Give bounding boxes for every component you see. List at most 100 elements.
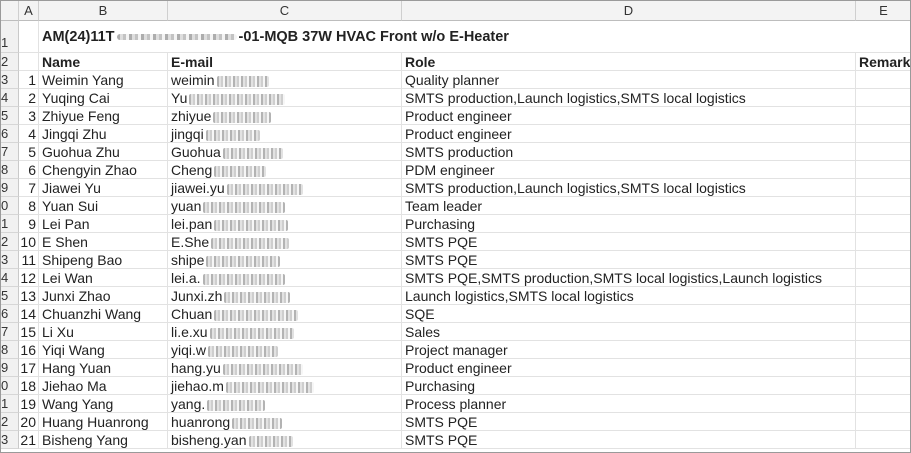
name-cell[interactable]: Zhiyue Feng <box>39 107 168 125</box>
row-header[interactable]: 2 <box>1 53 19 71</box>
row-header[interactable]: 0 <box>1 377 19 395</box>
role-cell[interactable]: Product engineer <box>402 107 856 125</box>
role-cell[interactable]: Quality planner <box>402 71 856 89</box>
row-number-cell[interactable]: 7 <box>19 179 39 197</box>
cell-a1[interactable] <box>19 21 39 53</box>
name-cell[interactable]: Wang Yang <box>39 395 168 413</box>
sheet-title[interactable]: AM(24)11T -01-MQB 37W HVAC Front w/o E-He… <box>39 21 856 53</box>
email-cell[interactable]: yang. <box>168 395 402 413</box>
row-header[interactable]: 2 <box>1 413 19 431</box>
email-cell[interactable]: weimin <box>168 71 402 89</box>
remark-cell[interactable] <box>856 431 910 449</box>
row-number-cell[interactable]: 14 <box>19 305 39 323</box>
remark-cell[interactable] <box>856 161 910 179</box>
remark-cell[interactable] <box>856 143 910 161</box>
remark-cell[interactable] <box>856 125 910 143</box>
row-header[interactable]: 5 <box>1 107 19 125</box>
remark-cell[interactable] <box>856 89 910 107</box>
email-cell[interactable]: yiqi.w <box>168 341 402 359</box>
role-cell[interactable]: SMTS PQE <box>402 413 856 431</box>
email-cell[interactable]: jiawei.yu <box>168 179 402 197</box>
remark-cell[interactable] <box>856 215 910 233</box>
remark-cell[interactable] <box>856 251 910 269</box>
email-cell[interactable]: hang.yu <box>168 359 402 377</box>
row-header[interactable]: 5 <box>1 287 19 305</box>
email-cell[interactable]: li.e.xu <box>168 323 402 341</box>
name-cell[interactable]: Weimin Yang <box>39 71 168 89</box>
row-number-cell[interactable]: 18 <box>19 377 39 395</box>
email-cell[interactable]: Junxi.zh <box>168 287 402 305</box>
role-cell[interactable]: Purchasing <box>402 215 856 233</box>
row-number-cell[interactable]: 10 <box>19 233 39 251</box>
name-cell[interactable]: Chuanzhi Wang <box>39 305 168 323</box>
row-header[interactable]: 2 <box>1 233 19 251</box>
row-header[interactable]: 3 <box>1 71 19 89</box>
email-cell[interactable]: bisheng.yan <box>168 431 402 449</box>
remark-cell[interactable] <box>856 413 910 431</box>
row-header[interactable]: 8 <box>1 161 19 179</box>
role-cell[interactable]: Process planner <box>402 395 856 413</box>
remark-cell[interactable] <box>856 359 910 377</box>
name-cell[interactable]: Yiqi Wang <box>39 341 168 359</box>
remark-cell[interactable] <box>856 377 910 395</box>
role-cell[interactable]: SMTS production,Launch logistics,SMTS lo… <box>402 179 856 197</box>
row-header[interactable]: 7 <box>1 323 19 341</box>
row-header[interactable]: 9 <box>1 359 19 377</box>
row-number-cell[interactable]: 2 <box>19 89 39 107</box>
row-number-cell[interactable]: 3 <box>19 107 39 125</box>
role-cell[interactable]: Project manager <box>402 341 856 359</box>
row-header[interactable]: 1 <box>1 21 19 53</box>
name-cell[interactable]: Jiawei Yu <box>39 179 168 197</box>
name-cell[interactable]: Huang Huanrong <box>39 413 168 431</box>
column-header-d[interactable]: D <box>402 1 856 21</box>
row-number-cell[interactable]: 4 <box>19 125 39 143</box>
role-cell[interactable]: Purchasing <box>402 377 856 395</box>
column-header-c[interactable]: C <box>168 1 402 21</box>
row-header[interactable]: 4 <box>1 269 19 287</box>
row-header[interactable]: 9 <box>1 179 19 197</box>
row-header[interactable]: 7 <box>1 143 19 161</box>
role-cell[interactable]: SMTS production,Launch logistics,SMTS lo… <box>402 89 856 107</box>
row-number-cell[interactable]: 16 <box>19 341 39 359</box>
email-cell[interactable]: E.She <box>168 233 402 251</box>
email-cell[interactable]: Yu <box>168 89 402 107</box>
select-all-corner[interactable] <box>1 1 19 21</box>
email-cell[interactable]: yuan <box>168 197 402 215</box>
row-number-cell[interactable]: 11 <box>19 251 39 269</box>
name-cell[interactable]: Hang Yuan <box>39 359 168 377</box>
row-number-cell[interactable]: 20 <box>19 413 39 431</box>
email-cell[interactable]: Guohua <box>168 143 402 161</box>
row-number-cell[interactable]: 21 <box>19 431 39 449</box>
email-cell[interactable]: Cheng <box>168 161 402 179</box>
role-cell[interactable]: SMTS PQE,SMTS production,SMTS local logi… <box>402 269 856 287</box>
remark-cell[interactable] <box>856 107 910 125</box>
remark-cell[interactable] <box>856 71 910 89</box>
role-cell[interactable]: SQE <box>402 305 856 323</box>
row-header[interactable]: 4 <box>1 89 19 107</box>
name-cell[interactable]: Li Xu <box>39 323 168 341</box>
email-cell[interactable]: jingqi <box>168 125 402 143</box>
cell-a2[interactable] <box>19 53 39 71</box>
email-cell[interactable]: Chuan <box>168 305 402 323</box>
email-cell[interactable]: lei.pan <box>168 215 402 233</box>
email-cell[interactable]: zhiyue <box>168 107 402 125</box>
row-number-cell[interactable]: 17 <box>19 359 39 377</box>
name-cell[interactable]: Jingqi Zhu <box>39 125 168 143</box>
row-header[interactable]: 1 <box>1 395 19 413</box>
remark-cell[interactable] <box>856 179 910 197</box>
remark-cell[interactable] <box>856 305 910 323</box>
column-header-b[interactable]: B <box>39 1 168 21</box>
row-number-cell[interactable]: 9 <box>19 215 39 233</box>
name-cell[interactable]: Jiehao Ma <box>39 377 168 395</box>
row-header[interactable]: 3 <box>1 431 19 449</box>
row-number-cell[interactable]: 13 <box>19 287 39 305</box>
row-header[interactable]: 6 <box>1 305 19 323</box>
remark-cell[interactable] <box>856 287 910 305</box>
row-number-cell[interactable]: 1 <box>19 71 39 89</box>
row-header[interactable]: 1 <box>1 215 19 233</box>
role-cell[interactable]: Product engineer <box>402 125 856 143</box>
remark-cell[interactable] <box>856 341 910 359</box>
row-number-cell[interactable]: 19 <box>19 395 39 413</box>
role-cell[interactable]: SMTS PQE <box>402 431 856 449</box>
row-header[interactable]: 6 <box>1 125 19 143</box>
